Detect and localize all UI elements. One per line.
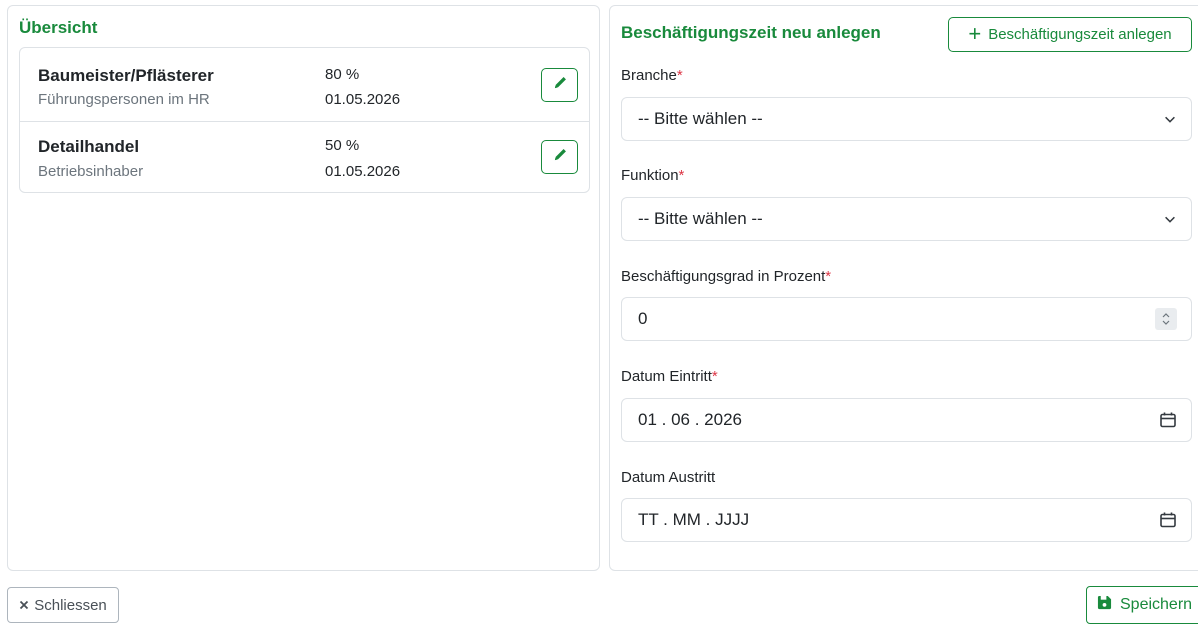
entry-list: Baumeister/Pflästerer Führungspersonen i…: [19, 47, 590, 193]
edit-button[interactable]: [541, 140, 578, 174]
entry-date: 01.05.2026: [325, 163, 401, 180]
add-employment-button[interactable]: + Beschäftigungszeit anlegen: [948, 17, 1192, 52]
save-icon: [1097, 595, 1112, 615]
branche-select[interactable]: -- Bitte wählen --: [621, 97, 1192, 141]
close-button[interactable]: Schliessen: [7, 587, 119, 623]
calendar-icon[interactable]: [1159, 411, 1177, 429]
entry-subtitle: Führungspersonen im HR: [38, 91, 210, 108]
list-item: Detailhandel Betriebsinhaber 50 % 01.05.…: [20, 121, 589, 194]
entry-percent: 50 %: [325, 137, 360, 154]
branche-value: -- Bitte wählen --: [638, 109, 763, 128]
required-mark: *: [825, 268, 832, 285]
save-button[interactable]: Speichern: [1086, 586, 1198, 624]
pencil-icon: [553, 76, 567, 95]
grad-label: Beschäftigungsgrad in Prozent*: [621, 268, 832, 285]
branche-label: Branche*: [621, 67, 683, 84]
entry-title: Baumeister/Pflästerer: [38, 66, 214, 85]
required-mark: *: [678, 167, 685, 184]
chevron-down-icon: [1163, 212, 1177, 226]
edit-button[interactable]: [541, 68, 578, 102]
entry-date: 01.05.2026: [325, 91, 401, 108]
funktion-select[interactable]: -- Bitte wählen --: [621, 197, 1192, 241]
eintritt-date-input[interactable]: 01 . 06 . 2026: [621, 398, 1192, 442]
number-spinner[interactable]: [1155, 308, 1177, 330]
add-button-label: Beschäftigungszeit anlegen: [988, 26, 1172, 43]
funktion-label: Funktion*: [621, 167, 685, 184]
eintritt-label: Datum Eintritt*: [621, 368, 718, 385]
pencil-icon: [553, 148, 567, 167]
form-panel: Beschäftigungszeit neu anlegen + Beschäf…: [609, 5, 1198, 571]
eintritt-value: 01 . 06 . 2026: [638, 410, 742, 429]
plus-icon: +: [968, 20, 982, 46]
entry-title: Detailhandel: [38, 137, 140, 156]
overview-panel: Übersicht Baumeister/Pflästerer Führungs…: [7, 5, 600, 571]
close-button-label: Schliessen: [34, 596, 107, 614]
grad-value: 0: [638, 309, 648, 328]
required-mark: *: [676, 67, 683, 84]
austritt-value: TT . MM . JJJJ: [638, 510, 750, 529]
funktion-value: -- Bitte wählen --: [638, 209, 763, 228]
list-item: Baumeister/Pflästerer Führungspersonen i…: [20, 48, 589, 121]
entry-percent: 80 %: [325, 66, 360, 83]
chevron-down-icon: [1163, 112, 1177, 126]
save-button-label: Speichern: [1120, 596, 1193, 613]
overview-title: Übersicht: [19, 18, 98, 37]
austritt-label: Datum Austritt: [621, 469, 716, 486]
close-icon: [19, 597, 29, 614]
entry-subtitle: Betriebsinhaber: [38, 163, 144, 180]
grad-input[interactable]: 0: [621, 297, 1192, 341]
form-title: Beschäftigungszeit neu anlegen: [621, 23, 881, 42]
calendar-icon[interactable]: [1159, 511, 1177, 529]
austritt-date-input[interactable]: TT . MM . JJJJ: [621, 498, 1192, 542]
required-mark: *: [711, 368, 718, 385]
